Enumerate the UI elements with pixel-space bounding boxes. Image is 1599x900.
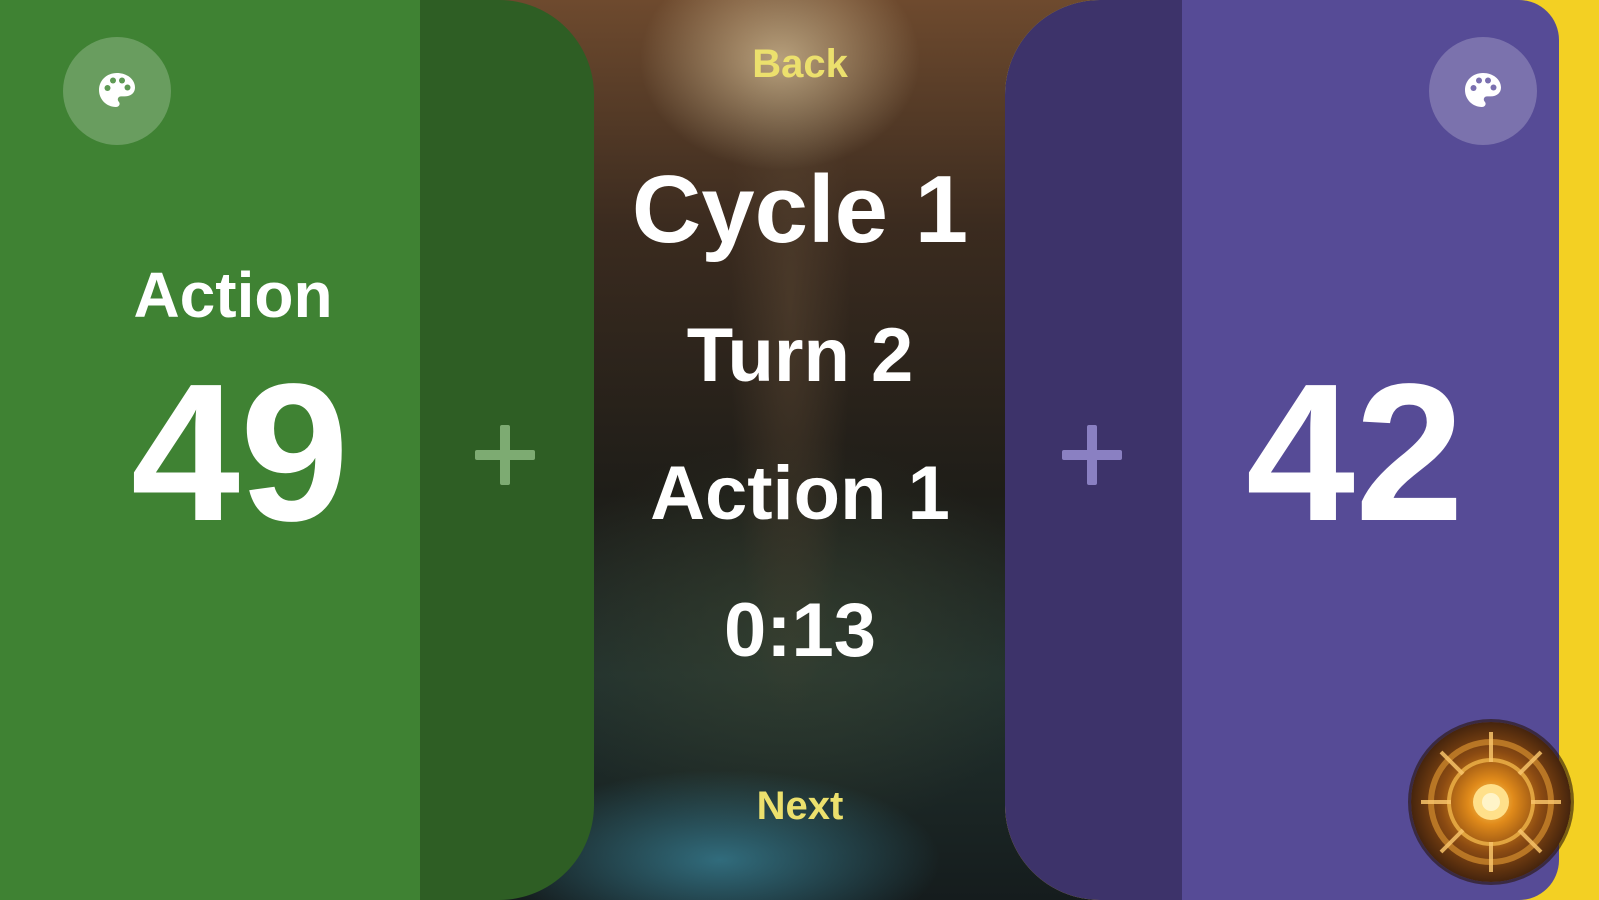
left-player-score: 49 (130, 343, 349, 562)
emblem-graphic (1421, 732, 1561, 872)
turn-label: Turn 2 (686, 313, 914, 398)
back-button[interactable]: Back (700, 42, 900, 87)
right-player-score: 42 (1245, 343, 1464, 562)
cycle-label: Cycle 1 (631, 156, 969, 263)
right-plus-icon[interactable] (1062, 425, 1122, 485)
left-plus-icon[interactable] (475, 425, 535, 485)
timer: 0:13 (723, 588, 877, 673)
next-button[interactable]: Next (700, 784, 900, 829)
action-label: Action 1 (650, 451, 950, 536)
right-palette-button[interactable] (1429, 37, 1537, 145)
palette-icon (99, 73, 135, 107)
left-player-label: Action (133, 259, 333, 331)
palette-icon (1465, 73, 1501, 107)
left-palette-button[interactable] (63, 37, 171, 145)
golden-emblem-avatar[interactable] (1411, 722, 1571, 882)
